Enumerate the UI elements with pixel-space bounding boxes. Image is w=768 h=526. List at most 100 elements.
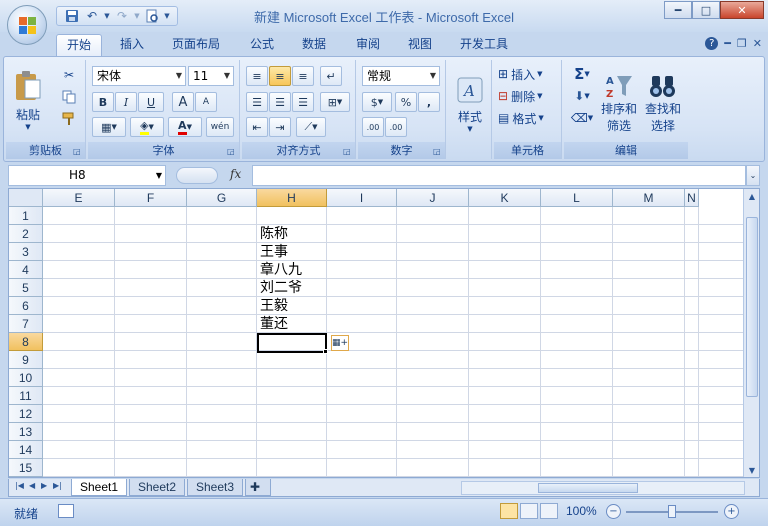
row-header-8[interactable]: 8 [9, 333, 43, 351]
font-color-button[interactable]: A ▼ [168, 117, 202, 137]
row-header-12[interactable]: 12 [9, 405, 43, 423]
sheet-tab-1[interactable]: Sheet1 [71, 479, 128, 496]
wrap-text-button[interactable]: ↵ [320, 66, 342, 86]
underline-button[interactable]: U [138, 92, 164, 112]
minimize-button[interactable]: ━ [664, 1, 692, 19]
bold-button[interactable]: B [92, 92, 114, 112]
close-button[interactable]: ✕ [720, 1, 764, 19]
name-box[interactable]: H8 ▼ [8, 165, 166, 186]
fill-button[interactable]: ⬇ ▼ [568, 86, 596, 106]
doc-restore-icon[interactable]: ❐ [737, 37, 747, 50]
sheet-tab-2[interactable]: Sheet2 [129, 479, 186, 496]
row-header-11[interactable]: 11 [9, 387, 43, 405]
row-header-4[interactable]: 4 [9, 261, 43, 279]
alignment-launcher-icon[interactable]: ◲ [343, 147, 352, 156]
auto-fill-options-icon[interactable]: ▦+ [331, 335, 349, 351]
cell-h2[interactable]: 陈称 [257, 225, 288, 243]
font-name-combo[interactable]: 宋体 ▼ [92, 66, 186, 86]
number-format-dropdown-icon[interactable]: ▼ [427, 67, 439, 85]
number-launcher-icon[interactable]: ◲ [433, 147, 442, 156]
row-header-6[interactable]: 6 [9, 297, 43, 315]
sort-filter-button[interactable]: A Z 排序和 筛选 [598, 64, 640, 142]
italic-button[interactable]: I [115, 92, 137, 112]
align-left-button[interactable]: ☰ [246, 92, 268, 112]
tab-view[interactable]: 视图 [398, 34, 442, 56]
tab-review[interactable]: 审阅 [346, 34, 390, 56]
column-header-k[interactable]: K [469, 189, 541, 207]
column-header-i[interactable]: I [327, 189, 397, 207]
font-size-dropdown-icon[interactable]: ▼ [221, 67, 233, 85]
row-header-1[interactable]: 1 [9, 207, 43, 225]
phonetic-button[interactable]: wén [206, 117, 234, 137]
row-header-7[interactable]: 7 [9, 315, 43, 333]
clear-button[interactable]: ⌫ ▼ [568, 108, 596, 128]
styles-button[interactable]: A 样式 ▼ [450, 64, 490, 144]
cell-h6[interactable]: 王毅 [257, 297, 288, 315]
shrink-font-button[interactable]: A [195, 92, 217, 112]
column-header-n[interactable]: N [685, 189, 699, 207]
prev-sheet-icon[interactable]: ◀ [29, 481, 35, 490]
tab-developer[interactable]: 开发工具 [450, 34, 518, 56]
cut-icon[interactable]: ✂ [58, 66, 80, 84]
row-header-10[interactable]: 10 [9, 369, 43, 387]
row-header-9[interactable]: 9 [9, 351, 43, 369]
tab-page-layout[interactable]: 页面布局 [162, 34, 230, 56]
horizontal-scrollbar[interactable] [461, 481, 745, 495]
sheet-tab-3[interactable]: Sheet3 [187, 479, 244, 496]
cell-h7[interactable]: 董还 [257, 315, 288, 333]
scroll-down-icon[interactable]: ▼ [744, 463, 759, 477]
cell-h3[interactable]: 王事 [257, 243, 288, 261]
next-sheet-icon[interactable]: ▶ [41, 481, 47, 490]
column-header-h[interactable]: H [257, 189, 327, 207]
orientation-button[interactable]: ⟋ ▼ [296, 117, 326, 137]
record-macro-icon[interactable] [58, 504, 74, 518]
worksheet-grid[interactable]: E F G H I J K L M N 1 2 3 4 5 6 7 8 9 10 11 12 13 14 15 陈称 王事 章八九 刘二… [8, 188, 760, 478]
scroll-up-icon[interactable]: ▲ [744, 189, 759, 205]
merge-center-button[interactable]: ⊞ ▼ [320, 92, 350, 112]
vertical-scroll-thumb[interactable] [746, 217, 758, 397]
column-header-j[interactable]: J [397, 189, 469, 207]
row-header-15[interactable]: 15 [9, 459, 43, 477]
copy-icon[interactable] [58, 88, 80, 106]
first-sheet-icon[interactable]: |◀ [15, 481, 24, 490]
office-button[interactable] [7, 5, 47, 45]
zoom-slider-knob[interactable] [668, 505, 676, 518]
vertical-scrollbar[interactable]: ▲ ▼ [743, 189, 759, 477]
row-header-14[interactable]: 14 [9, 441, 43, 459]
maximize-button[interactable]: □ [692, 1, 720, 19]
percent-button[interactable]: % [395, 92, 417, 112]
insert-function-icon[interactable]: fx [230, 167, 241, 181]
cell-h4[interactable]: 章八九 [257, 261, 302, 279]
column-header-g[interactable]: G [187, 189, 257, 207]
selected-cell-h8[interactable] [257, 333, 327, 353]
align-right-button[interactable]: ☰ [292, 92, 314, 112]
paste-button[interactable]: 粘贴 ▼ [10, 62, 46, 138]
select-all-corner[interactable] [9, 189, 43, 207]
tab-data[interactable]: 数据 [292, 34, 336, 56]
decrease-indent-button[interactable]: ⇤ [246, 117, 268, 137]
align-middle-button[interactable]: ≡ [269, 66, 291, 86]
formula-bar-expand-icon[interactable]: ⌄ [746, 165, 760, 186]
grow-font-button[interactable]: A [172, 92, 194, 112]
row-header-3[interactable]: 3 [9, 243, 43, 261]
increase-indent-button[interactable]: ⇥ [269, 117, 291, 137]
formula-cancel-enter-area[interactable] [176, 167, 218, 184]
font-launcher-icon[interactable]: ◲ [227, 147, 236, 156]
cell-h5[interactable]: 刘二爷 [257, 279, 302, 297]
find-select-button[interactable]: 查找和 选择 [642, 64, 684, 142]
zoom-level[interactable]: 100% [566, 504, 597, 518]
formula-input[interactable] [252, 165, 746, 186]
comma-button[interactable]: , [418, 92, 440, 112]
horizontal-scroll-thumb[interactable] [538, 483, 638, 493]
decrease-decimal-button[interactable]: .00 [385, 117, 407, 137]
page-break-view-icon[interactable] [540, 503, 558, 519]
align-top-button[interactable]: ≡ [246, 66, 268, 86]
borders-button[interactable]: ▦ ▼ [92, 117, 126, 137]
doc-minimize-icon[interactable]: ━ [724, 37, 731, 50]
name-box-dropdown-icon[interactable]: ▼ [156, 166, 162, 185]
tab-insert[interactable]: 插入 [110, 34, 154, 56]
normal-view-icon[interactable] [500, 503, 518, 519]
clipboard-launcher-icon[interactable]: ◲ [73, 147, 82, 156]
row-header-13[interactable]: 13 [9, 423, 43, 441]
currency-button[interactable]: $ ▼ [362, 92, 392, 112]
